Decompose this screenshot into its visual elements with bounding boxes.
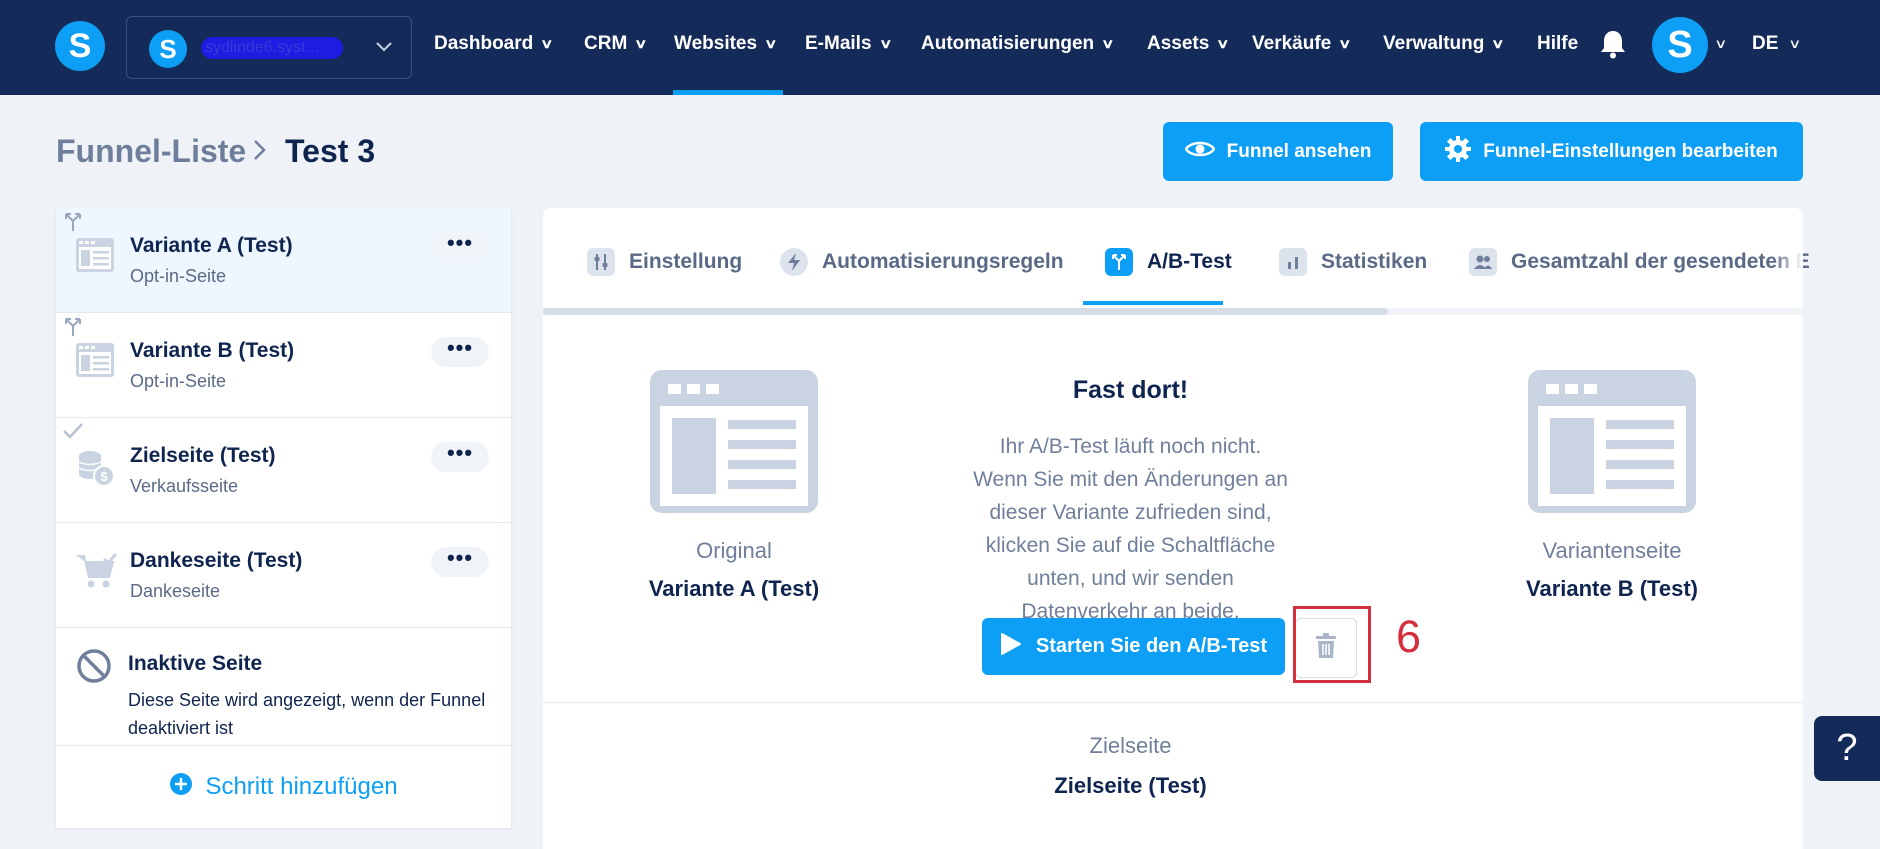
tab-automatisierungsregeln[interactable]: Automatisierungsregeln xyxy=(780,248,1064,276)
divider xyxy=(543,702,1803,703)
tab-gesamtzahl[interactable]: Gesamtzahl der gesendeten E xyxy=(1469,248,1810,276)
page-preview-icon xyxy=(1528,370,1696,518)
top-navbar: S S sydlinde6.syst... Dashboard ∨ CRM ∨ We… xyxy=(0,0,1880,95)
chevron-down-icon: ∨ xyxy=(764,36,778,51)
step-item-inactive-page[interactable]: Inaktive Seite Diese Seite wird angezeig… xyxy=(56,628,511,745)
nav-crm[interactable]: CRM ∨ xyxy=(584,33,648,55)
nav-emails[interactable]: E-Mails ∨ xyxy=(805,33,892,55)
nav-active-indicator xyxy=(673,90,783,95)
gear-icon xyxy=(1445,135,1472,168)
chevron-down-icon: ∨ xyxy=(634,36,648,51)
nav-hilfe[interactable]: Hilfe xyxy=(1537,33,1578,55)
main-panel: Einstellung Automatisierungsregeln A/B-T… xyxy=(543,208,1810,849)
more-options-button[interactable]: ••• xyxy=(431,232,489,262)
variant-page-name: Variante B (Test) xyxy=(1526,576,1698,601)
breadcrumb-parent[interactable]: Funnel-Liste xyxy=(56,133,246,170)
eye-icon xyxy=(1184,139,1216,165)
step-subtitle: Dankeseite xyxy=(130,581,221,601)
start-ab-test-button[interactable]: Starten Sie den A/B-Test xyxy=(982,618,1285,675)
split-icon xyxy=(62,212,84,237)
page-icon xyxy=(76,343,114,382)
coins-icon: $ xyxy=(76,448,116,493)
sliders-icon xyxy=(587,248,615,276)
account-icon: S xyxy=(149,30,187,68)
check-icon xyxy=(62,422,84,445)
chevron-right-icon xyxy=(252,137,268,170)
annotation-number: 6 xyxy=(1396,611,1422,662)
step-subtitle: Verkaufsseite xyxy=(130,476,239,496)
split-icon xyxy=(62,317,84,342)
more-options-button[interactable]: ••• xyxy=(431,442,489,472)
step-item-zielseite[interactable]: $ Zielseite (Test) Verkaufsseite ••• xyxy=(56,418,511,523)
target-page-name: Zielseite (Test) xyxy=(1054,773,1207,798)
tab-einstellung[interactable]: Einstellung xyxy=(587,248,742,276)
tab-statistiken[interactable]: Statistiken xyxy=(1279,248,1427,276)
page-icon xyxy=(76,238,114,277)
chevron-down-icon[interactable]: ∨ xyxy=(1714,36,1727,52)
page-preview-icon xyxy=(650,370,818,518)
tab-ab-test[interactable]: A/B-Test xyxy=(1105,248,1232,276)
language-selector[interactable]: DE xyxy=(1752,33,1778,55)
chevron-down-icon[interactable]: ∨ xyxy=(1788,36,1801,52)
step-title: Variante A (Test) xyxy=(130,234,293,257)
logo-icon[interactable]: S xyxy=(55,21,105,71)
cart-check-icon xyxy=(76,553,118,596)
split-icon xyxy=(1105,248,1133,276)
step-item-variante-b[interactable]: Variante B (Test) Opt-in-Seite ••• xyxy=(56,313,511,418)
nav-websites[interactable]: Websites ∨ xyxy=(674,33,778,55)
svg-text:$: $ xyxy=(100,469,108,484)
help-button[interactable]: ? xyxy=(1814,716,1880,781)
step-item-variante-a[interactable]: Variante A (Test) Opt-in-Seite ••• xyxy=(56,208,511,313)
add-step-button[interactable]: Schritt hinzufügen xyxy=(56,745,511,828)
nav-automatisierungen[interactable]: Automatisierungen ∨ xyxy=(921,33,1115,55)
step-title: Inaktive Seite xyxy=(128,652,263,675)
play-icon xyxy=(1000,632,1022,662)
step-title: Dankeseite (Test) xyxy=(130,549,303,572)
step-title: Zielseite (Test) xyxy=(130,444,276,467)
nav-assets[interactable]: Assets ∨ xyxy=(1147,33,1230,55)
chevron-down-icon: ∨ xyxy=(1216,36,1230,51)
account-switcher[interactable]: S sydlinde6.syst... xyxy=(126,16,412,79)
original-page-name: Variante A (Test) xyxy=(648,576,820,601)
variant-label: Variantenseite xyxy=(1542,538,1682,563)
funnel-steps-sidebar: Variante A (Test) Opt-in-Seite ••• Varia… xyxy=(56,208,511,828)
chevron-down-icon: ∨ xyxy=(1101,36,1115,51)
step-subtitle: Opt-in-Seite xyxy=(130,266,227,286)
active-tab-indicator xyxy=(1083,301,1223,305)
ab-test-message: Ihr A/B-Test läuft noch nicht. Wenn Sie … xyxy=(973,435,1288,623)
original-label: Original xyxy=(696,538,772,563)
edit-funnel-settings-button[interactable]: Funnel-Einstellungen bearbeiten xyxy=(1420,122,1803,181)
step-item-dankeseite[interactable]: Dankeseite (Test) Dankeseite ••• xyxy=(56,523,511,628)
bell-icon[interactable] xyxy=(1600,29,1626,64)
ab-test-heading: Fast dort! xyxy=(1072,376,1189,404)
more-options-button[interactable]: ••• xyxy=(431,337,489,367)
step-subtitle: Opt-in-Seite xyxy=(130,371,227,391)
avatar[interactable]: S xyxy=(1652,17,1708,73)
chevron-down-icon xyxy=(375,37,393,58)
account-name: sydlinde6.syst... xyxy=(201,37,343,59)
chevron-down-icon: ∨ xyxy=(1338,36,1352,51)
view-funnel-button[interactable]: Funnel ansehen xyxy=(1163,122,1393,181)
step-description: Diese Seite wird angezeigt, wenn der Fun… xyxy=(128,690,486,738)
ban-icon xyxy=(76,648,112,689)
users-icon xyxy=(1469,248,1497,276)
nav-verkaeufe[interactable]: Verkäufe ∨ xyxy=(1252,33,1352,55)
nav-dashboard[interactable]: Dashboard ∨ xyxy=(434,33,554,55)
annotation-highlight-box xyxy=(1293,606,1371,683)
chevron-down-icon: ∨ xyxy=(540,36,554,51)
plus-circle-icon xyxy=(169,772,193,803)
bar-chart-icon xyxy=(1279,248,1307,276)
target-page-label: Zielseite xyxy=(1089,733,1172,758)
page-title: Test 3 xyxy=(285,133,376,169)
nav-verwaltung[interactable]: Verwaltung ∨ xyxy=(1383,33,1505,55)
step-title: Variante B (Test) xyxy=(130,339,295,362)
chevron-down-icon: ∨ xyxy=(878,36,892,51)
tabs-scrollbar-thumb[interactable] xyxy=(543,308,1388,315)
bolt-icon xyxy=(780,248,808,276)
tabs-overflow-fade xyxy=(1773,248,1803,298)
more-options-button[interactable]: ••• xyxy=(431,547,489,577)
chevron-down-icon: ∨ xyxy=(1491,36,1505,51)
